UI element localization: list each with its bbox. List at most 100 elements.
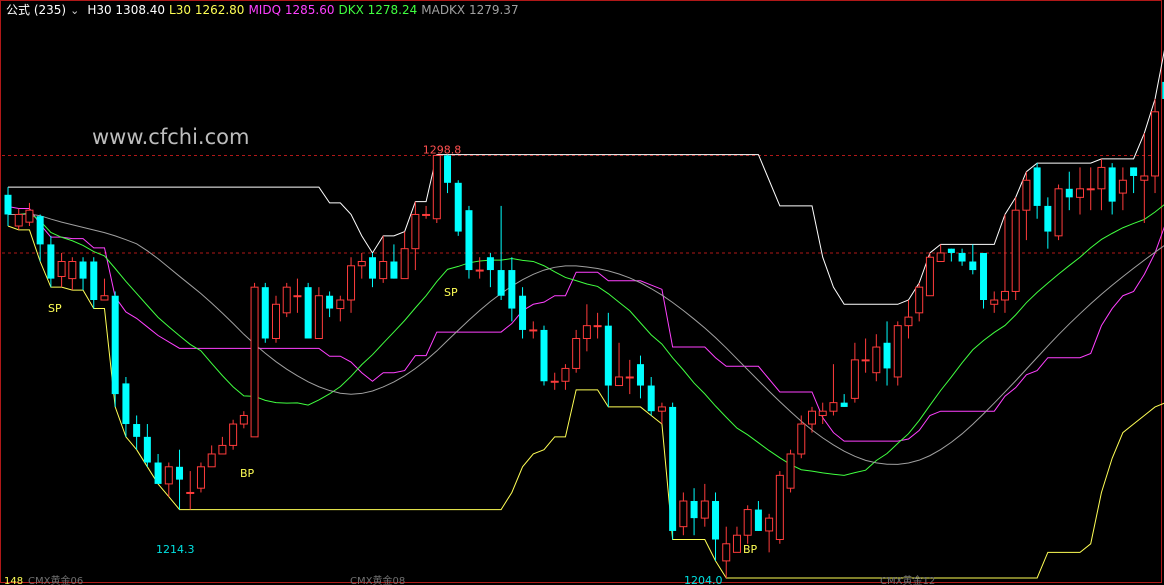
candle-body [4, 194, 12, 215]
candle-body [582, 325, 591, 339]
candle-body [915, 286, 924, 314]
candle-body [732, 534, 741, 553]
candle-body [164, 466, 173, 485]
candle-body [57, 261, 66, 277]
candle-body [207, 453, 216, 468]
candle-body [293, 295, 302, 298]
candle-body [186, 491, 195, 494]
candle-body [1151, 111, 1160, 177]
contract-label-2: CMX黄金08 [350, 574, 405, 585]
candle-body [775, 474, 784, 541]
candle-body [1022, 179, 1031, 211]
signal-sp-1: SP [444, 286, 458, 299]
candle-body [808, 410, 816, 425]
candle-body [754, 509, 762, 531]
candle-body [176, 466, 184, 480]
candle-body [690, 501, 698, 519]
legend-dkx: DKX 1278.24 [338, 3, 418, 17]
candle-body [786, 453, 795, 489]
candle-body [239, 414, 248, 425]
chevron-down-icon[interactable]: ⌄ [70, 4, 79, 17]
high-price-label: 1298.8 [423, 143, 462, 156]
candle-body [486, 257, 494, 271]
candle-body [700, 500, 709, 519]
candle-body [422, 213, 431, 216]
candle-body [1011, 209, 1020, 292]
candle-body [25, 209, 34, 223]
candle-body [797, 423, 806, 455]
candle-body [250, 286, 259, 438]
candle-body [1086, 188, 1095, 191]
candle-body [282, 286, 291, 314]
candle-body [347, 265, 356, 301]
legend-madkx: MADKX 1279.37 [421, 3, 519, 17]
legend-h30: H30 1308.40 [87, 3, 166, 17]
candle-body [133, 424, 141, 437]
candle-body [475, 269, 484, 272]
candle-body [519, 295, 527, 330]
madkx-line [8, 213, 1164, 465]
candle-body [154, 462, 162, 484]
low-price-label-2: 1204.0 [684, 574, 723, 585]
candle-body [444, 155, 452, 183]
candle-body [357, 261, 366, 267]
candle-body [947, 248, 955, 253]
midq-line [7, 206, 1164, 442]
candle-body [850, 359, 859, 399]
candle-body [743, 509, 752, 536]
candle-body [1140, 175, 1149, 181]
formula-selector[interactable]: 公式 (235) [6, 3, 66, 17]
legend-l30: L30 1262.80 [169, 3, 245, 17]
candle-body [925, 256, 934, 297]
candle-body [893, 325, 902, 378]
candle-body [47, 244, 55, 279]
indicator-legend: 公式 (235) ⌄ H30 1308.40 L30 1262.80 MIDQ 1285… [6, 1, 523, 17]
candle-body [1054, 188, 1063, 237]
candle-body [229, 423, 238, 446]
candle-body [1076, 188, 1084, 198]
candle-body [936, 252, 945, 263]
candle-body [550, 380, 559, 383]
watermark: www.cfchi.com [92, 125, 249, 149]
candle-body [625, 376, 634, 379]
candle-body [712, 501, 720, 540]
low-price-label-1: 1214.3 [156, 543, 195, 556]
candle-body [400, 248, 409, 280]
candle-body [368, 257, 376, 279]
candle-body [143, 436, 151, 463]
candle-body [765, 517, 774, 532]
candle-body [1118, 179, 1127, 194]
candle-body [508, 270, 516, 309]
candle-body [390, 261, 398, 279]
candle-body [14, 213, 23, 227]
candle-body [529, 329, 538, 332]
candle-body [969, 261, 977, 271]
h30-line [8, 49, 1164, 305]
candle-body [818, 410, 827, 416]
candlestick-chart[interactable]: www.cfchi.com 1298.8 1214.3 1204.0 SP SP BP BP 1… [0, 0, 1164, 585]
candle-body [1033, 167, 1041, 206]
candle-body [326, 295, 334, 309]
candle-body [647, 385, 655, 412]
candle-body [111, 295, 119, 395]
candle-body [497, 270, 505, 296]
candle-body [379, 261, 388, 280]
candle-body [454, 182, 462, 232]
candle-body [561, 367, 570, 382]
candle-body [540, 329, 548, 382]
candle-body [861, 359, 870, 362]
candle-body [840, 402, 848, 407]
candle-body [36, 216, 44, 245]
candle-body [1130, 167, 1138, 176]
signal-bp-2: BP [240, 467, 255, 480]
candle-body [669, 406, 677, 531]
candle-body [572, 337, 581, 369]
candle-body [1000, 290, 1009, 301]
signal-sp-0: SP [48, 302, 62, 315]
candle-body [679, 500, 688, 528]
candle-body [304, 287, 312, 339]
candle-body [411, 213, 420, 250]
candle-body [100, 295, 109, 301]
candle-body [883, 342, 891, 369]
contract-label-1: CMX黄金06 [28, 574, 83, 585]
